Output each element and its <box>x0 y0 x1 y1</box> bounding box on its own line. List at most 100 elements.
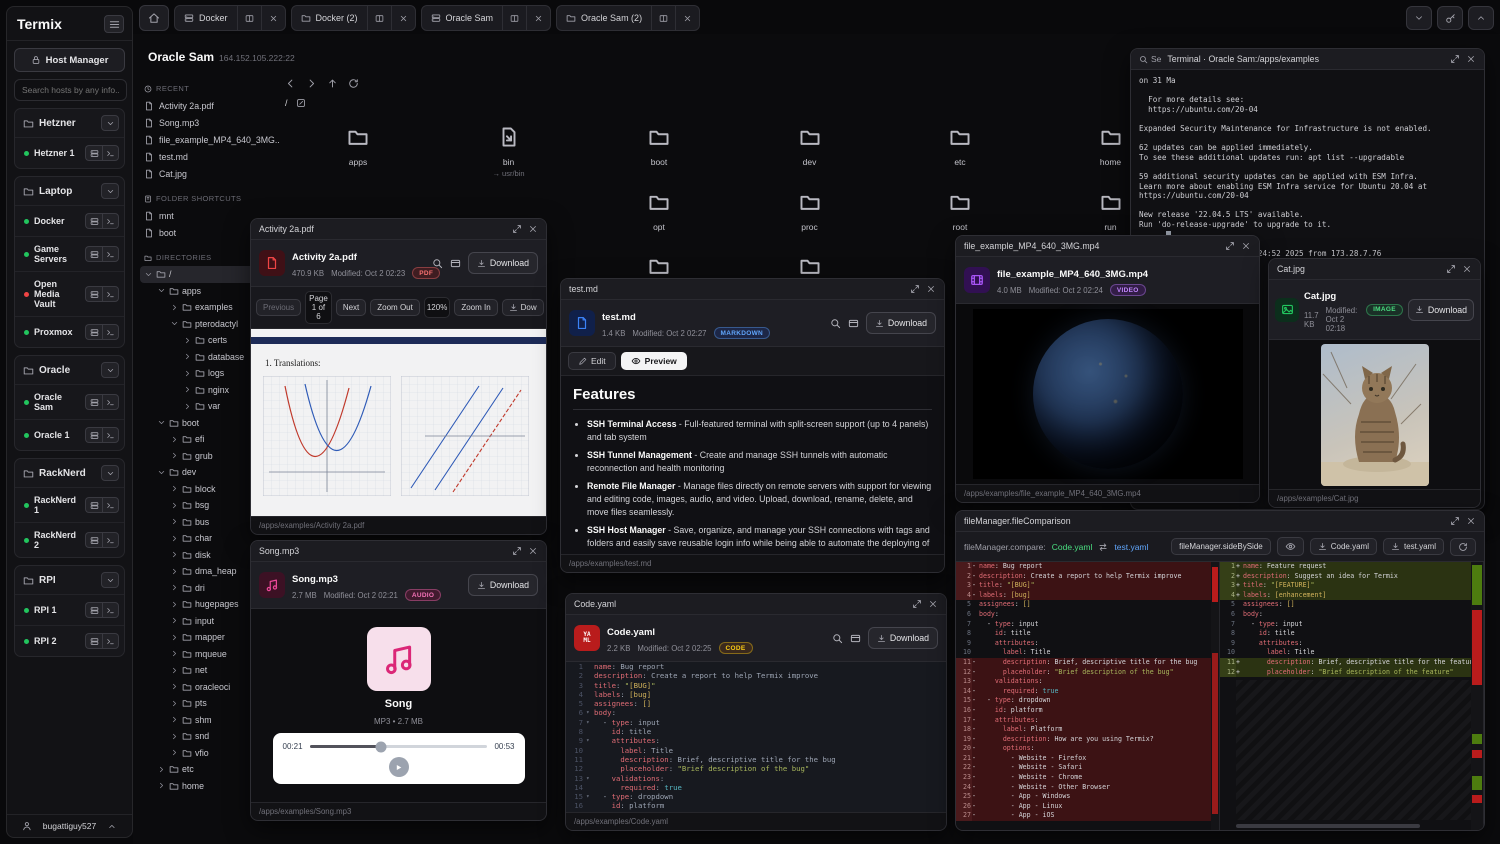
grid-folder-opt[interactable]: opt <box>584 191 734 232</box>
refresh-diff-button[interactable] <box>1450 538 1476 556</box>
forward-button[interactable] <box>306 78 317 89</box>
host-item[interactable]: RackNerd 2 <box>15 522 124 557</box>
close-tab-button[interactable] <box>526 6 550 30</box>
user-row[interactable]: bugattiguy527 <box>7 814 132 837</box>
expand-icon[interactable] <box>512 546 522 556</box>
open-file-manager-button[interactable] <box>85 427 102 443</box>
terminal-search[interactable]: Se <box>1139 54 1161 64</box>
open-file-manager-button[interactable] <box>85 602 102 618</box>
tab[interactable]: Docker <box>174 5 286 31</box>
close-icon[interactable] <box>928 599 938 609</box>
tabbar-collapse-button[interactable] <box>1406 6 1432 30</box>
chevron-right-icon[interactable] <box>170 517 179 526</box>
grid-folder-proc[interactable]: proc <box>735 191 885 232</box>
chevron-right-icon[interactable] <box>170 699 179 708</box>
download-button[interactable]: Download <box>468 252 538 274</box>
host-item[interactable]: Oracle Sam <box>15 384 124 419</box>
split-tab-button[interactable] <box>367 6 391 30</box>
expand-icon[interactable] <box>910 284 920 294</box>
expand-icon[interactable] <box>912 599 922 609</box>
search-icon[interactable] <box>830 318 841 329</box>
search-icon[interactable] <box>432 258 443 269</box>
chevron-right-icon[interactable] <box>183 336 192 345</box>
open-file-manager-button[interactable] <box>85 633 102 649</box>
open-terminal-button[interactable] <box>102 633 119 649</box>
collapse-group-button[interactable] <box>101 183 119 199</box>
edit-path-icon[interactable] <box>296 98 306 108</box>
refresh-button[interactable] <box>348 78 359 89</box>
host-group-header[interactable]: Hetzner <box>15 109 124 137</box>
chevron-right-icon[interactable] <box>170 616 179 625</box>
tabbar-expand-button[interactable] <box>1468 6 1494 30</box>
sidebar-menu-button[interactable] <box>104 15 124 33</box>
close-tab-button[interactable] <box>675 6 699 30</box>
panel-icon[interactable] <box>450 258 461 269</box>
chevron-down-icon[interactable] <box>157 286 166 295</box>
close-tab-button[interactable] <box>391 6 415 30</box>
grid-folder-etc[interactable]: etc <box>885 126 1035 167</box>
chevron-down-icon[interactable] <box>157 418 166 427</box>
chevron-right-icon[interactable] <box>170 715 179 724</box>
recent-file-item[interactable]: test.md <box>140 148 280 165</box>
collapse-group-button[interactable] <box>101 362 119 378</box>
chevron-right-icon[interactable] <box>170 732 179 741</box>
zoom-out-button[interactable]: Zoom Out <box>370 299 420 316</box>
play-button[interactable] <box>389 757 409 777</box>
close-icon[interactable] <box>1466 54 1476 64</box>
grid-folder-boot[interactable]: boot <box>584 126 734 167</box>
pdf-page-view[interactable]: 1. Translations: <box>251 329 546 516</box>
diff-left-pane[interactable]: 1-name: Bug report2-description: Create … <box>956 562 1220 830</box>
host-item[interactable]: Game Servers <box>15 236 124 271</box>
grid-folder-bin[interactable]: bin→ usr/bin <box>434 126 584 178</box>
chevron-right-icon[interactable] <box>170 748 179 757</box>
preview-tab[interactable]: Preview <box>621 352 687 370</box>
image-view[interactable] <box>1269 340 1480 489</box>
download-button[interactable]: Download <box>868 627 938 649</box>
open-terminal-button[interactable] <box>102 602 119 618</box>
open-terminal-button[interactable] <box>102 145 119 161</box>
host-item[interactable]: RackNerd 1 <box>15 487 124 522</box>
recent-file-item[interactable]: file_example_MP4_640_3MG... <box>140 131 280 148</box>
panel-icon[interactable] <box>848 318 859 329</box>
chevron-right-icon[interactable] <box>170 567 179 576</box>
chevron-down-icon[interactable] <box>170 319 179 328</box>
open-file-manager-button[interactable] <box>85 286 102 302</box>
diff-horizontal-scrollbar[interactable] <box>1236 824 1420 828</box>
chevron-right-icon[interactable] <box>170 501 179 510</box>
download-button[interactable]: Download <box>468 574 538 596</box>
expand-icon[interactable] <box>1450 54 1460 64</box>
download-button[interactable]: Download <box>866 312 936 334</box>
expand-icon[interactable] <box>1450 516 1460 526</box>
chevron-right-icon[interactable] <box>170 649 179 658</box>
open-terminal-button[interactable] <box>102 427 119 443</box>
open-terminal-button[interactable] <box>102 246 119 262</box>
chevron-right-icon[interactable] <box>170 303 179 312</box>
open-terminal-button[interactable] <box>102 394 119 410</box>
tab[interactable]: Oracle Sam (2) <box>556 5 700 31</box>
back-button[interactable] <box>285 78 296 89</box>
chevron-right-icon[interactable] <box>183 402 192 411</box>
close-icon[interactable] <box>926 284 936 294</box>
chevron-right-icon[interactable] <box>170 534 179 543</box>
seek-slider[interactable] <box>310 745 488 748</box>
admin-button[interactable] <box>1437 6 1463 30</box>
panel-icon[interactable] <box>850 633 861 644</box>
host-item[interactable]: Hetzner 1 <box>15 137 124 168</box>
chevron-right-icon[interactable] <box>157 765 166 774</box>
chevron-right-icon[interactable] <box>170 666 179 675</box>
chevron-right-icon[interactable] <box>170 550 179 559</box>
host-manager-button[interactable]: Host Manager <box>14 48 125 72</box>
open-terminal-button[interactable] <box>102 213 119 229</box>
chevron-right-icon[interactable] <box>170 633 179 642</box>
close-tab-button[interactable] <box>261 6 285 30</box>
close-icon[interactable] <box>1466 516 1476 526</box>
chevron-right-icon[interactable] <box>170 583 179 592</box>
host-item[interactable]: RPI 1 <box>15 594 124 625</box>
host-item[interactable]: Docker <box>15 205 124 236</box>
toggle-view-button[interactable] <box>1277 537 1304 556</box>
home-tab-button[interactable] <box>139 5 169 31</box>
split-tab-button[interactable] <box>502 6 526 30</box>
next-page-button[interactable]: Next <box>336 299 366 316</box>
download-page-button[interactable]: Dow <box>502 299 544 316</box>
close-icon[interactable] <box>1241 241 1251 251</box>
